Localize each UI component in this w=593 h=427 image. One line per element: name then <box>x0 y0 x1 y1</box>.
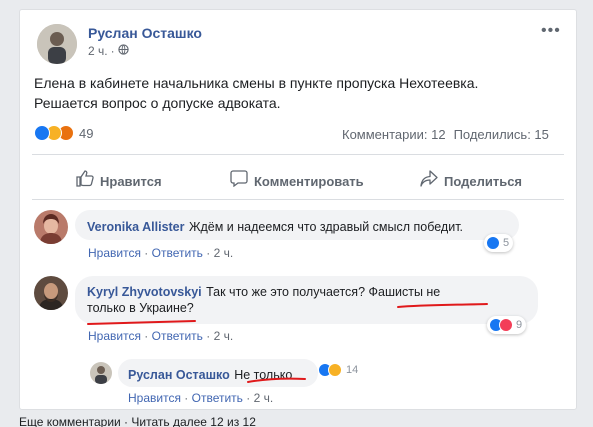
like-reaction-icon <box>34 125 50 141</box>
comment-reaction-count: 5 <box>503 237 510 249</box>
reply-time[interactable]: 2 ч. <box>254 391 274 405</box>
post-author-name[interactable]: Руслан Осташко <box>88 25 202 41</box>
comment-reaction-count: 9 <box>516 319 523 331</box>
comment-like-link[interactable]: Нравится <box>88 329 141 343</box>
comment-like-link[interactable]: Нравится <box>88 246 141 260</box>
comment-icon <box>230 170 248 192</box>
comment-share-counts: Комментарии: 12 Поделились: 15 <box>342 127 549 142</box>
reply-bubble: Руслан Осташко Не только <box>118 359 318 387</box>
share-icon <box>420 170 438 192</box>
comment-text-line-2: только в Украине? <box>87 301 194 315</box>
thumbs-up-icon <box>76 170 94 192</box>
comment-button-label: Комментировать <box>254 173 364 189</box>
share-button-label: Поделиться <box>444 173 523 189</box>
reaction-count: 49 <box>79 125 94 141</box>
comment-time[interactable]: 2 ч. <box>214 246 234 260</box>
divider <box>32 199 564 200</box>
reply-reactions[interactable]: 14 <box>318 363 358 377</box>
post-author-avatar[interactable] <box>37 24 77 64</box>
more-options-icon[interactable]: ••• <box>541 22 561 40</box>
comment-text: Так что же это получается? Фашисты не <box>206 285 441 299</box>
post-text-line-1: Елена в кабинете начальника смены в пунк… <box>34 75 479 91</box>
shares-count[interactable]: Поделились: 15 <box>454 127 549 142</box>
like-button-label: Нравится <box>100 173 162 189</box>
reply-reply-link[interactable]: Ответить <box>192 391 243 405</box>
comment-time[interactable]: 2 ч. <box>214 329 234 343</box>
reaction-summary[interactable]: 49 <box>34 125 93 141</box>
reply-like-link[interactable]: Нравится <box>128 391 181 405</box>
comment-bubble: Veronika Allister Ждём и надеемся что зд… <box>75 210 519 240</box>
post-time[interactable]: 2 ч. <box>88 44 108 58</box>
comment-button[interactable]: Комментировать <box>230 170 364 192</box>
reply-author[interactable]: Руслан Осташко <box>128 368 230 382</box>
comment-bubble: Kyryl Zhyvotovskyi Так что же это получа… <box>75 276 538 324</box>
globe-icon <box>117 44 129 58</box>
commenter-avatar[interactable] <box>34 276 68 310</box>
footer-partial-text: Еще комментарии · Читать далее 12 из 12 <box>19 415 256 427</box>
comment-actions: Нравится · Ответить · 2 ч. <box>88 329 234 343</box>
reply-text: Не только <box>234 368 293 382</box>
commenter-avatar[interactable] <box>34 210 68 244</box>
divider <box>32 154 564 155</box>
comment-actions: Нравится · Ответить · 2 ч. <box>88 246 234 260</box>
reply-reaction-count: 14 <box>346 364 359 376</box>
like-button[interactable]: Нравится <box>76 170 162 192</box>
comment-text: Ждём и надеемся что здравый смысл победи… <box>188 220 464 234</box>
comment-reactions[interactable]: 5 <box>484 234 514 252</box>
reply-actions: Нравится · Ответить · 2 ч. <box>128 391 274 405</box>
comment-author[interactable]: Veronika Allister <box>87 220 185 234</box>
comment-reactions[interactable]: 9 <box>487 316 527 334</box>
sad-reaction-icon <box>328 363 342 377</box>
comment-reply-link[interactable]: Ответить <box>152 246 203 260</box>
comment-reply-link[interactable]: Ответить <box>152 329 203 343</box>
love-reaction-icon <box>499 318 513 332</box>
post-text-line-2: Решается вопрос о допуске адвоката. <box>34 95 281 111</box>
like-reaction-icon <box>486 236 500 250</box>
share-button[interactable]: Поделиться <box>420 170 522 192</box>
comments-count[interactable]: Комментарии: 12 <box>342 127 446 142</box>
post-meta: 2 ч. · <box>88 44 129 58</box>
post-card: Руслан Осташко 2 ч. · ••• Елена в кабине… <box>19 9 577 410</box>
reply-author-avatar[interactable] <box>90 362 112 384</box>
comment-author[interactable]: Kyryl Zhyvotovskyi <box>87 285 202 299</box>
